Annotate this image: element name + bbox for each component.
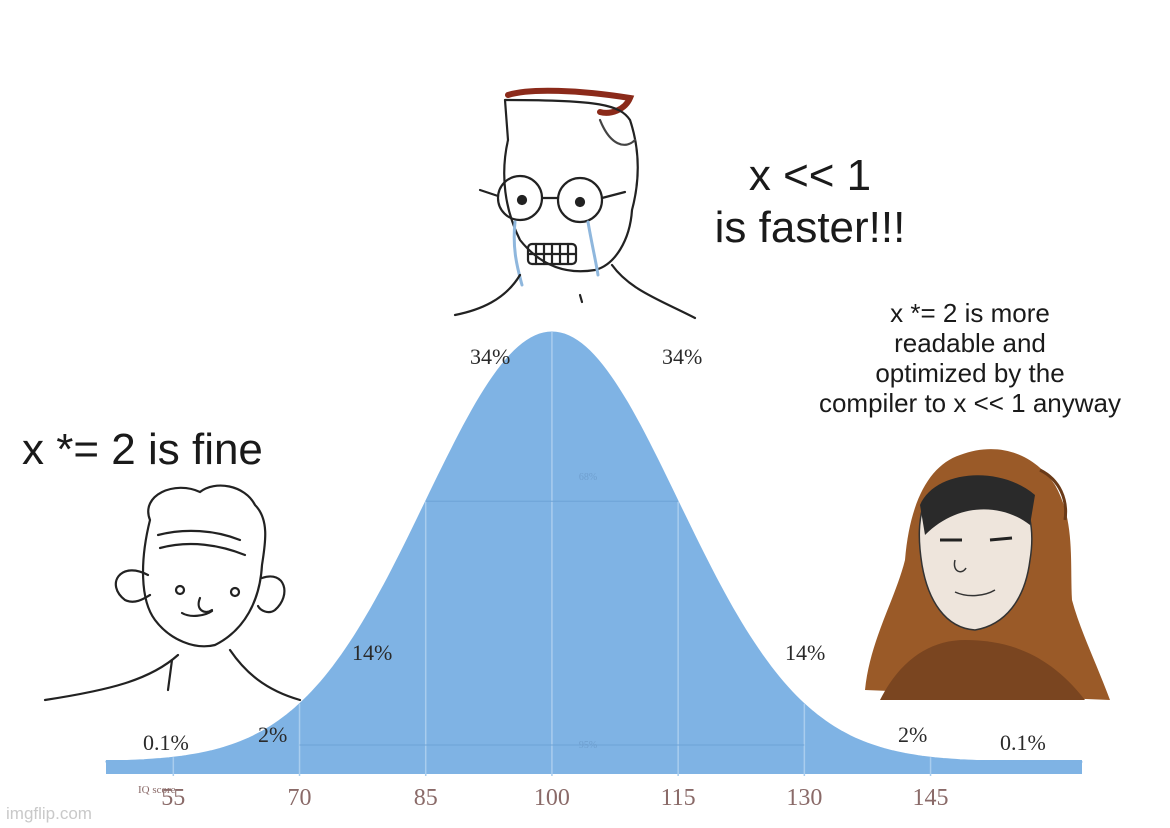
x-tick-label: 55 [161,785,186,811]
region-label-left-tail: 0.1% [143,730,189,755]
caption-right-line: compiler to x << 1 anyway [818,388,1122,418]
region-label-right-1sd: 14% [785,640,826,665]
caption-right-line: x *= 2 is more [890,298,1050,328]
hooded-figure-icon [865,449,1110,700]
x-tick-label: 70 [287,785,312,811]
x-tick-label: 130 [786,785,823,811]
region-label-right-tail: 0.1% [1000,730,1046,755]
x-tick-label: 115 [660,785,696,811]
region-label-left-2sd: 2% [258,722,288,747]
x-tick-label: 85 [413,785,438,811]
band-label-95: 95% [578,740,598,751]
caption-right: x *= 2 is more readable and optimized by… [770,298,1170,418]
wojak-face-icon [43,484,302,702]
caption-right-line: optimized by the [875,358,1065,388]
region-label-right-center: 34% [662,344,703,369]
caption-middle-line: x << 1 [748,151,872,200]
region-label-left-1sd: 14% [352,640,393,665]
region-label-right-2sd: 2% [898,722,928,747]
x-tick-label: 100 [533,785,570,811]
x-tick-label: 145 [912,785,949,811]
caption-middle: x << 1 is faster!!! [680,150,940,254]
caption-left: x *= 2 is fine [22,425,263,474]
watermark: imgflip.com [6,804,92,823]
region-label-left-center: 34% [470,344,511,369]
caption-middle-line: is faster!!! [714,203,906,252]
caption-right-line: readable and [894,328,1046,358]
crying-wojak-glasses-icon [453,87,697,320]
band-label-68: 68% [578,472,598,483]
